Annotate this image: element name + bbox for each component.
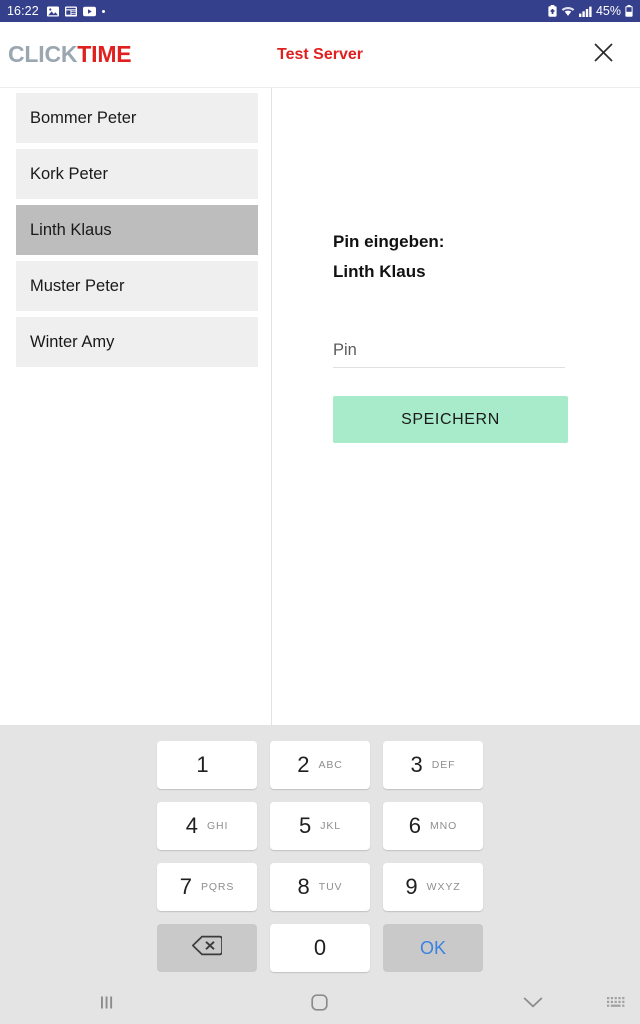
battery-percent-label: 45%	[595, 4, 621, 18]
key-7[interactable]: 7 PQRS	[157, 863, 257, 911]
numeric-keypad: 1 2 ABC 3 DEF 4 GHI 5 JKL 6 MNO 7 PQRS 8 TUV 9W…	[0, 725, 640, 985]
pin-prompt-block: Pin eingeben: Linth Klaus	[333, 227, 603, 287]
nav-home-button[interactable]	[213, 993, 426, 1016]
list-item[interactable]: Winter Amy	[16, 317, 258, 367]
list-item[interactable]: Muster Peter	[16, 261, 258, 311]
key-digit: 4	[185, 813, 198, 838]
key-letters: GHI	[206, 820, 229, 832]
backspace-icon	[191, 935, 223, 961]
key-letters: DEF	[431, 759, 456, 771]
key-5[interactable]: 5 JKL	[270, 802, 370, 850]
key-digit: 5	[298, 813, 312, 838]
key-9[interactable]: 9 WXYZ	[383, 863, 483, 911]
image-icon	[46, 6, 59, 17]
keyboard-switch-icon	[606, 996, 626, 1014]
app-root: 16:22 45% CLICKTIME Test Server Bommer P…	[0, 0, 640, 1024]
pin-entry-panel: Pin eingeben: Linth Klaus SPEICHERN	[333, 88, 603, 443]
close-button[interactable]	[588, 40, 618, 70]
close-icon	[593, 42, 614, 68]
status-bar-notification-icons	[46, 6, 105, 17]
dot-indicator	[101, 9, 105, 13]
user-list: Bommer Peter Kork Peter Linth Klaus Must…	[16, 93, 258, 373]
keypad-grid: 1 2 ABC 3 DEF 4 GHI 5 JKL 6 MNO 7 PQRS 8 TUV 9W…	[157, 741, 483, 972]
key-letters: PQRS	[200, 881, 235, 893]
key-letters: TUV	[318, 881, 343, 893]
list-item-selected[interactable]: Linth Klaus	[16, 205, 258, 255]
key-digit: 3	[410, 752, 423, 777]
key-ok-label: OK	[419, 937, 446, 958]
android-nav-bar	[0, 985, 640, 1024]
pin-user-label: Linth Klaus	[333, 262, 426, 281]
pin-input-underline	[333, 367, 565, 368]
wifi-icon	[561, 6, 575, 17]
page-title: Test Server	[277, 45, 363, 63]
nav-recents-button[interactable]	[0, 995, 213, 1015]
key-backspace[interactable]	[157, 924, 257, 972]
app-bar: CLICKTIME Test Server	[0, 22, 640, 88]
list-item-label: Winter Amy	[30, 332, 115, 351]
save-button[interactable]: SPEICHERN	[333, 396, 568, 443]
key-digit: 0	[313, 935, 327, 960]
news-icon	[64, 6, 77, 17]
key-digit: 9	[405, 874, 418, 899]
pin-input[interactable]	[333, 335, 565, 365]
main-content: Bommer Peter Kork Peter Linth Klaus Must…	[0, 88, 640, 725]
status-bar-system-icons: 45%	[548, 4, 633, 18]
key-digit: 2	[297, 752, 310, 777]
key-letters: ABC	[318, 759, 343, 771]
key-8[interactable]: 8 TUV	[270, 863, 370, 911]
status-bar: 16:22 45%	[0, 0, 640, 22]
key-0[interactable]: 0	[270, 924, 370, 972]
home-icon	[311, 993, 329, 1016]
keyboard-switch-button[interactable]	[606, 995, 626, 1015]
key-1[interactable]: 1	[157, 741, 257, 789]
key-letters: MNO	[430, 820, 458, 832]
pin-prompt-label: Pin eingeben:	[333, 232, 445, 251]
key-3[interactable]: 3 DEF	[383, 741, 483, 789]
chevron-down-icon	[523, 996, 543, 1014]
list-item[interactable]: Kork Peter	[16, 149, 258, 199]
list-item-label: Linth Klaus	[30, 220, 112, 239]
list-item-label: Bommer Peter	[30, 108, 137, 127]
list-item-label: Kork Peter	[30, 164, 108, 183]
key-digit: 1	[196, 752, 209, 777]
video-icon	[82, 6, 96, 17]
key-letters: WXYZ	[426, 881, 461, 893]
key-letters: JKL	[320, 820, 342, 832]
key-6[interactable]: 6 MNO	[383, 802, 483, 850]
key-digit: 7	[179, 874, 192, 899]
key-4[interactable]: 4 GHI	[157, 802, 257, 850]
battery-saver-icon	[548, 5, 557, 17]
recents-icon	[98, 995, 115, 1015]
battery-icon	[625, 5, 633, 17]
pin-field	[333, 335, 603, 368]
key-digit: 6	[408, 813, 422, 838]
vertical-divider	[271, 88, 272, 725]
key-digit: 8	[297, 874, 310, 899]
list-item[interactable]: Bommer Peter	[16, 93, 258, 143]
key-2[interactable]: 2 ABC	[270, 741, 370, 789]
list-item-label: Muster Peter	[30, 276, 125, 295]
key-ok[interactable]: OK	[383, 924, 483, 972]
status-bar-time: 16:22	[7, 4, 39, 18]
signal-icon	[578, 6, 592, 17]
